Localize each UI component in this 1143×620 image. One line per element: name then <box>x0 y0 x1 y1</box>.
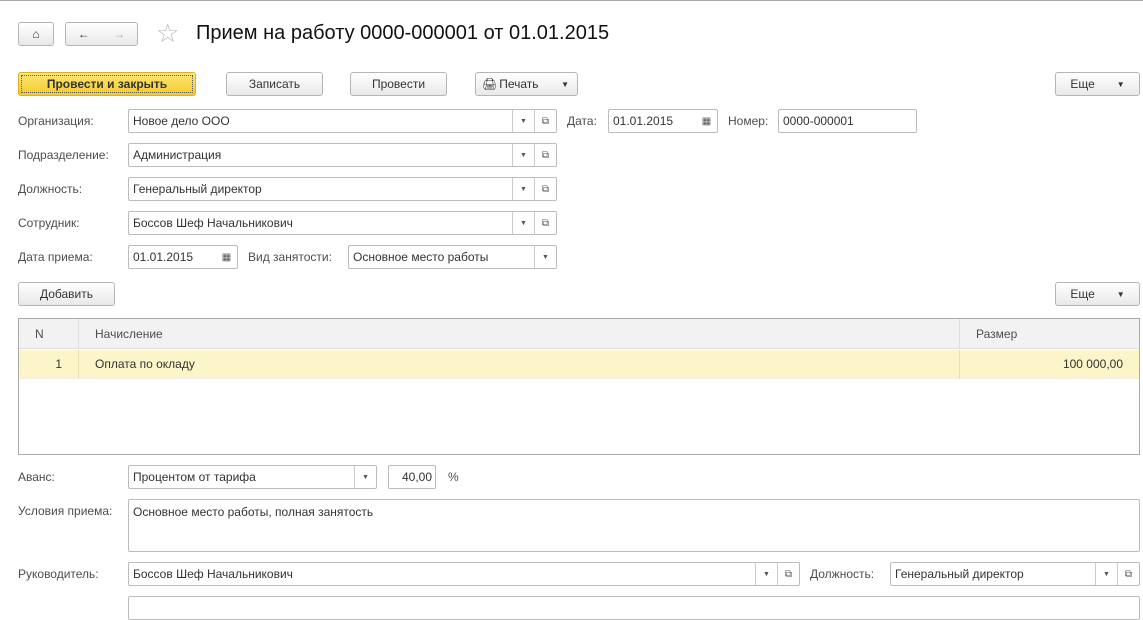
employment-type-select[interactable]: Основное место работы ▼ <box>348 245 557 269</box>
conditions-textarea[interactable]: Основное место работы, полная занятость <box>128 499 1140 552</box>
cell-n: 1 <box>19 350 79 379</box>
organization-field[interactable]: Новое дело ООО ▼ ⧉ <box>128 109 557 133</box>
hire-date-value: 01.01.2015 <box>133 250 194 264</box>
employee-value: Боссов Шеф Начальникович <box>133 216 293 230</box>
advance-amount-field[interactable]: 40,00 <box>388 465 436 489</box>
department-field[interactable]: Администрация ▼ ⧉ <box>128 143 557 167</box>
column-header-amount[interactable]: Размер <box>960 319 1139 349</box>
manager-position-label: Должность: <box>810 567 875 581</box>
employment-type-value: Основное место работы <box>353 250 489 264</box>
nav-buttons: ← → <box>65 22 138 46</box>
cell-accrual: Оплата по окладу <box>79 350 960 379</box>
favorite-star-icon[interactable]: ☆ <box>156 18 179 49</box>
home-button[interactable]: ⌂ <box>18 22 54 46</box>
table-more-button[interactable]: Еще ▼ <box>1055 282 1140 306</box>
back-button[interactable]: ← <box>78 27 90 41</box>
organization-value: Новое дело ООО <box>133 114 230 128</box>
column-header-accrual[interactable]: Начисление <box>79 319 960 349</box>
printer-icon: 🖨 <box>482 77 498 91</box>
more-label: Еще <box>1070 287 1095 301</box>
organization-label: Организация: <box>18 114 94 128</box>
open-icon[interactable]: ⧉ <box>534 212 556 234</box>
manager-label: Руководитель: <box>18 567 99 581</box>
department-label: Подразделение: <box>18 148 109 162</box>
window-top-border <box>0 0 1143 1</box>
calendar-icon[interactable]: ▦ <box>696 110 717 132</box>
employment-type-label: Вид занятости: <box>248 250 332 264</box>
advance-select[interactable]: Процентом от тарифа ▼ <box>128 465 377 489</box>
open-icon[interactable]: ⧉ <box>534 110 556 132</box>
cell-amount: 100 000,00 <box>960 350 1139 379</box>
dropdown-icon[interactable]: ▼ <box>1095 563 1117 585</box>
print-label: Печать <box>499 77 539 91</box>
position-label: Должность: <box>18 182 83 196</box>
open-icon[interactable]: ⧉ <box>534 144 556 166</box>
conditions-label: Условия приема: <box>18 504 113 518</box>
employee-field[interactable]: Боссов Шеф Начальникович ▼ ⧉ <box>128 211 557 235</box>
date-label: Дата: <box>567 114 597 128</box>
more-button[interactable]: Еще ▼ <box>1055 72 1140 96</box>
dropdown-icon[interactable]: ▼ <box>354 466 376 488</box>
number-label: Номер: <box>728 114 769 128</box>
dropdown-icon[interactable]: ▼ <box>512 212 534 234</box>
position-field[interactable]: Генеральный директор ▼ ⧉ <box>128 177 557 201</box>
page-title: Прием на работу 0000-000001 от 01.01.201… <box>196 22 610 44</box>
percent-label: % <box>448 470 459 484</box>
home-icon: ⌂ <box>32 27 40 41</box>
advance-amount-value: 40,00 <box>401 470 432 484</box>
calendar-icon[interactable]: ▦ <box>216 246 237 268</box>
date-value: 01.01.2015 <box>613 114 674 128</box>
chevron-down-icon: ▼ <box>1116 79 1125 89</box>
chevron-down-icon: ▼ <box>1116 289 1125 299</box>
open-icon[interactable]: ⧉ <box>1117 563 1139 585</box>
open-icon[interactable]: ⧉ <box>777 563 799 585</box>
dropdown-icon[interactable]: ▼ <box>512 144 534 166</box>
department-value: Администрация <box>133 148 222 162</box>
chevron-down-icon: ▼ <box>561 79 569 89</box>
position-value: Генеральный директор <box>133 182 262 196</box>
dropdown-icon[interactable]: ▼ <box>512 178 534 200</box>
manager-value: Боссов Шеф Начальникович <box>133 567 293 581</box>
post-button[interactable]: Провести <box>350 72 447 96</box>
advance-value: Процентом от тарифа <box>133 470 256 484</box>
more-label: Еще <box>1070 77 1095 91</box>
dropdown-icon[interactable]: ▼ <box>755 563 777 585</box>
conditions-value: Основное место работы, полная занятость <box>133 505 374 519</box>
manager-position-field[interactable]: Генеральный директор ▼ ⧉ <box>890 562 1140 586</box>
add-button[interactable]: Добавить <box>18 282 115 306</box>
advance-label: Аванс: <box>18 470 55 484</box>
hire-date-label: Дата приема: <box>18 250 93 264</box>
date-field[interactable]: 01.01.2015 ▦ <box>608 109 718 133</box>
number-field[interactable]: 0000-000001 <box>778 109 917 133</box>
forward-button[interactable]: → <box>113 27 125 41</box>
next-field[interactable] <box>128 596 1140 620</box>
dropdown-icon[interactable]: ▼ <box>534 246 556 268</box>
employee-label: Сотрудник: <box>18 216 80 230</box>
accruals-table: N Начисление Размер 1 Оплата по окладу 1… <box>18 318 1140 455</box>
manager-field[interactable]: Боссов Шеф Начальникович ▼ ⧉ <box>128 562 800 586</box>
number-value: 0000-000001 <box>783 114 854 128</box>
manager-position-value: Генеральный директор <box>895 567 1024 581</box>
column-header-n[interactable]: N <box>19 319 79 349</box>
dropdown-icon[interactable]: ▼ <box>512 110 534 132</box>
post-and-close-button[interactable]: Провести и закрыть <box>18 72 196 96</box>
hire-date-field[interactable]: 01.01.2015 ▦ <box>128 245 238 269</box>
open-icon[interactable]: ⧉ <box>534 178 556 200</box>
save-button[interactable]: Записать <box>226 72 323 96</box>
print-button[interactable]: 🖨 Печать ▼ <box>475 72 578 96</box>
